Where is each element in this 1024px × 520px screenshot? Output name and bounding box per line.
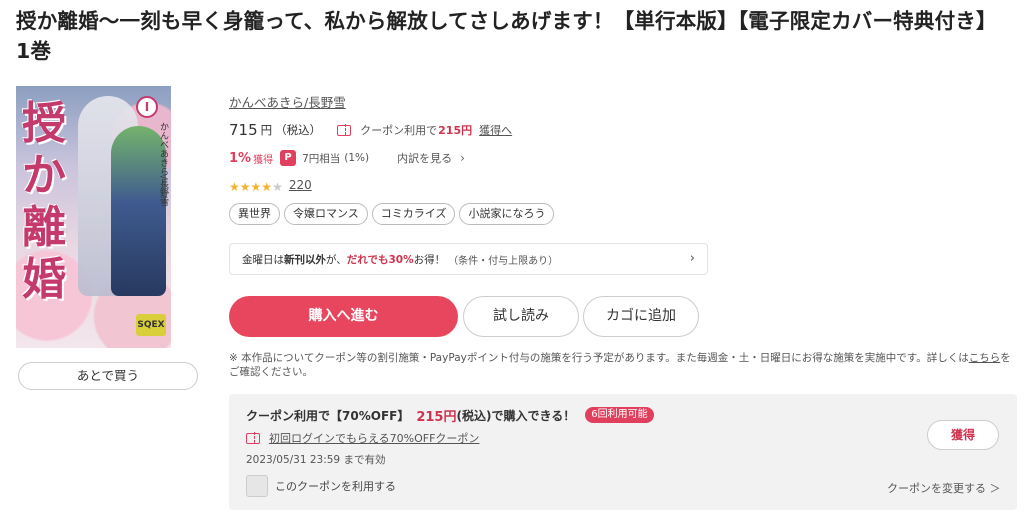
rating-stars: ★★★★★ [229, 176, 283, 195]
price-amount: 715 [229, 121, 258, 139]
genre-tag[interactable]: コミカライズ [371, 203, 456, 225]
coupon-icon [246, 432, 260, 444]
author-link[interactable]: かんべあきら/長野雪 [229, 92, 346, 111]
points-row: 1% 獲得 P 7円相当 (1%) 内訳を見る › [229, 148, 465, 168]
chevron-right-icon: › [689, 251, 695, 266]
promo-highlight: だれでも30% [346, 253, 414, 266]
trial-read-button[interactable]: 試し読み [463, 296, 579, 337]
coupon-uses-badge: 6回利用可能 [585, 407, 654, 423]
star-icon: ★ [261, 179, 273, 194]
cover-volume-badge: I [136, 96, 158, 118]
promo-text-1: 金曜日は [242, 253, 284, 266]
price-row: 715 円 （税込） クーポン利用で 215円 獲得へ [229, 120, 512, 140]
checkbox-square[interactable] [246, 475, 268, 497]
genre-tag[interactable]: 異世界 [229, 203, 280, 225]
price-unit: 円 [260, 123, 273, 137]
coupon-label: クーポン利用で [360, 124, 438, 137]
page-title: 授か離婚～一刻も早く身籠って、私から解放してさしあげます！【単行本版】【電子限定… [16, 9, 1008, 63]
rating-row: ★★★★★ 220 [229, 177, 312, 193]
points-equivalent: 7円相当 [302, 152, 341, 165]
cover-title-art: 授か離婚 [22, 98, 66, 305]
promo-note: （条件・付与上限あり） [448, 255, 559, 267]
coupon-icon [337, 124, 352, 136]
review-count-link[interactable]: 220 [289, 178, 312, 192]
coupon-panel: クーポン利用で 【70%OFF】 215円 (税込)で購入できる！ 6回利用可能… [229, 394, 1017, 510]
star-icon: ★ [272, 179, 283, 194]
coupon-expiry: 2023/05/31 23:59 まで有効 [246, 454, 386, 466]
genre-tag[interactable]: 小説家になろう [459, 203, 555, 225]
star-icon: ★ [250, 179, 262, 194]
get-coupon-button[interactable]: 獲得 [927, 420, 999, 450]
buy-button[interactable]: 購入へ進む [229, 296, 458, 337]
paypay-icon: P [280, 150, 297, 166]
genre-tag[interactable]: 令嬢ロマンス [284, 203, 368, 225]
coupon-headline: クーポン利用で 【70%OFF】 215円 (税込)で購入できる！ 6回利用可能 [246, 406, 654, 425]
chevron-right-icon: › [460, 151, 465, 165]
book-cover-image[interactable]: 授か離婚 I かんべあきら/長野雪 SQEX [16, 86, 171, 348]
points-get-label: 獲得 [253, 154, 274, 166]
notice-link[interactable]: こちら [969, 352, 1001, 364]
coupon-final-price: 215円 [416, 409, 457, 425]
points-breakdown-link[interactable]: 内訳を見る [397, 150, 452, 166]
price-tax: （税込） [275, 123, 322, 137]
use-coupon-checkbox[interactable]: このクーポンを利用する [246, 475, 396, 497]
notice-text: ※ 本作品についてクーポン等の割引施策・PayPayポイント付与の施策を行う予定… [229, 352, 969, 364]
promo-text-5: お得！ [413, 253, 446, 266]
use-coupon-label: このクーポンを利用する [275, 480, 396, 493]
coupon-headline-a: クーポン利用で [246, 408, 331, 423]
genre-tags: 異世界 令嬢ロマンス コミカライズ 小説家になろう [229, 203, 555, 225]
coupon-detail: 初回ログインでもらえる70%OFFクーポン [246, 430, 479, 446]
coupon-discount: 【70%OFF】 [330, 408, 410, 423]
coupon-name-link[interactable]: 初回ログインでもらえる70%OFFクーポン [269, 430, 479, 446]
campaign-notice: ※ 本作品についてクーポン等の割引施策・PayPayポイント付与の施策を行う予定… [229, 351, 1014, 379]
star-icon: ★ [239, 179, 251, 194]
points-percent: 1% [229, 150, 252, 166]
add-to-cart-button[interactable]: カゴに追加 [583, 296, 699, 337]
coupon-headline-c: (税込)で購入できる！ [456, 408, 576, 423]
promo-text-3: が、 [326, 253, 347, 266]
coupon-get-link[interactable]: 獲得へ [479, 122, 512, 138]
change-coupon-link[interactable]: クーポンを変更する ＞ [887, 480, 1001, 496]
star-icon: ★ [229, 179, 240, 194]
points-rate: (1%) [344, 152, 370, 164]
buy-later-button[interactable]: あとで買う [18, 362, 198, 390]
promo-text-2: 新刊以外 [284, 253, 326, 266]
weekend-promo-banner[interactable]: 金曜日は 新刊以外 が、 だれでも30% お得！ （条件・付与上限あり） › [229, 243, 708, 275]
cover-author-text: かんべあきら/長野雪 [158, 122, 168, 207]
publisher-logo: SQEX [136, 314, 166, 336]
coupon-price: 215円 [438, 124, 473, 137]
